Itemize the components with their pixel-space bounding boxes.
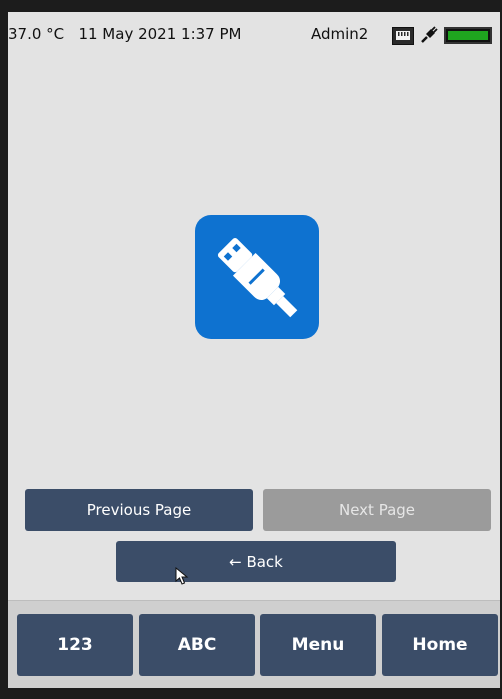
nav-abc-button[interactable]: ABC bbox=[139, 614, 255, 676]
mouse-cursor-icon bbox=[175, 567, 189, 585]
battery-icon bbox=[444, 27, 492, 44]
plug-icon bbox=[419, 25, 439, 45]
usb-icon bbox=[195, 215, 319, 339]
previous-page-button[interactable]: Previous Page bbox=[25, 489, 253, 531]
temperature-readout: 37.0 °C bbox=[8, 25, 65, 43]
nav-menu-button[interactable]: Menu bbox=[260, 614, 376, 676]
nav-123-button[interactable]: 123 bbox=[17, 614, 133, 676]
datetime-readout: 11 May 2021 1:37 PM bbox=[78, 25, 242, 43]
network-icon bbox=[392, 27, 414, 45]
back-button[interactable]: ← Back bbox=[116, 541, 396, 582]
current-user: Admin2 bbox=[311, 25, 369, 43]
next-page-button[interactable]: Next Page bbox=[263, 489, 491, 531]
status-temperature-datetime: 37.0 °C 11 May 2021 1:37 PM bbox=[8, 25, 241, 43]
battery-level bbox=[448, 31, 488, 40]
status-bar: 37.0 °C 11 May 2021 1:37 PM Admin2 bbox=[8, 12, 500, 56]
device-screen: 37.0 °C 11 May 2021 1:37 PM Admin2 Previ… bbox=[8, 12, 500, 688]
nav-home-button[interactable]: Home bbox=[382, 614, 498, 676]
